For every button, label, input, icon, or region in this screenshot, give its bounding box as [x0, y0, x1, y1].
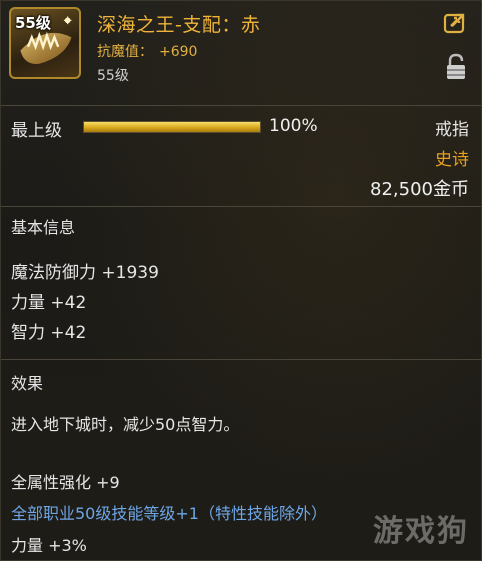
- item-tooltip: 55级 深海之王-支配：赤 抗魔值： +690 55级 最上级 100% 戒指 史…: [0, 0, 482, 561]
- resist-label: 抗魔值：: [97, 44, 153, 60]
- share-icon: [443, 13, 465, 34]
- grade-label: 最上级: [11, 121, 62, 141]
- grade-progress-bar: [83, 121, 261, 133]
- basic-info-title: 基本信息: [11, 218, 76, 237]
- effect-description: 进入地下城时，减少50点智力。: [11, 415, 240, 434]
- effects-title: 效果: [11, 374, 44, 393]
- divider-stats: [1, 359, 481, 360]
- icon-level-badge: 55级: [15, 14, 51, 32]
- watermark-logo: 游戏狗: [373, 514, 469, 549]
- stat-magic-defense: 魔法防御力 +1939: [11, 263, 159, 283]
- required-level: 55级: [97, 68, 129, 84]
- stat-strength: 力量 +42: [11, 293, 87, 313]
- item-price: 82,500金币: [370, 179, 469, 200]
- divider-header: [1, 105, 481, 106]
- resist-value: +690: [159, 44, 198, 60]
- item-type: 戒指: [435, 120, 469, 140]
- resist-value-row: 抗魔值： +690: [97, 41, 197, 61]
- ring-item-icon: 55级: [9, 7, 81, 79]
- padlock-icon: [447, 53, 465, 79]
- item-name: 深海之王-支配：赤: [97, 14, 261, 36]
- grade-percent: 100%: [269, 116, 318, 136]
- effect-all-attr: 全属性强化 +9: [11, 473, 120, 492]
- effect-skill-bonus: 全部职业50级技能等级+1（特性技能除外）: [11, 504, 327, 523]
- effect-strength-pct: 力量 +3%: [11, 536, 87, 555]
- share-button[interactable]: [443, 11, 467, 35]
- grade-progress-fill: [84, 122, 260, 132]
- stat-intelligence: 智力 +42: [11, 323, 87, 343]
- item-rarity: 史诗: [435, 150, 469, 170]
- divider-meta: [1, 206, 481, 207]
- lock-icon[interactable]: [445, 53, 467, 81]
